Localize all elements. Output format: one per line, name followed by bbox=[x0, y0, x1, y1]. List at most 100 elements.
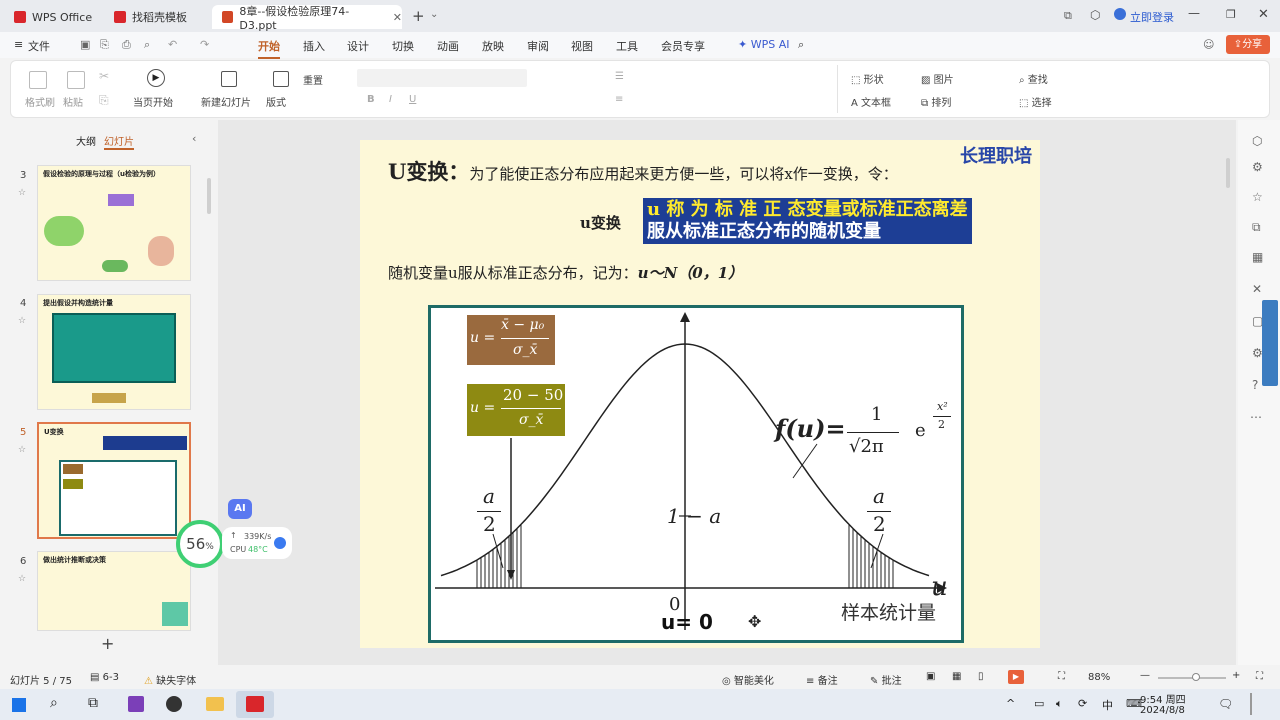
collapse-panel-icon[interactable]: ‹ bbox=[192, 132, 196, 145]
paste-button[interactable]: 粘贴 bbox=[63, 94, 83, 109]
font-name-select[interactable] bbox=[357, 69, 527, 87]
tab-document[interactable]: 8章--假设检验原理74-D3.ppt ✕ bbox=[212, 5, 402, 32]
menu-tab-slideshow[interactable]: 放映 bbox=[482, 38, 504, 54]
chevron-down-icon[interactable]: ⌄ bbox=[430, 9, 438, 20]
tab-close-icon[interactable]: ✕ bbox=[393, 11, 402, 24]
bold-icon[interactable]: B bbox=[367, 94, 375, 105]
image-button[interactable]: ▨ 图片 bbox=[921, 71, 954, 86]
help-icon[interactable]: ? bbox=[1252, 378, 1258, 392]
bullet-list-icon[interactable]: ☰ bbox=[615, 71, 624, 82]
search-icon[interactable]: ⌕ bbox=[50, 695, 58, 711]
reading-view-icon[interactable]: ▯ bbox=[978, 671, 984, 682]
italic-icon[interactable]: I bbox=[389, 94, 392, 105]
notification-icon[interactable]: 🗨︎ bbox=[1218, 697, 1233, 711]
wps-ai-button[interactable]: ✦ WPS AI bbox=[738, 38, 789, 51]
preview-icon[interactable]: ⌕ bbox=[144, 38, 150, 52]
panel-scrollbar[interactable] bbox=[207, 178, 211, 214]
ai-assistant-button[interactable]: AI bbox=[228, 499, 252, 519]
properties-icon[interactable]: ⬡ bbox=[1252, 134, 1262, 148]
slideshow-play-icon[interactable]: ▶ bbox=[1008, 670, 1024, 684]
obs-icon[interactable] bbox=[166, 696, 182, 712]
hamburger-icon[interactable]: ≡ bbox=[14, 38, 23, 51]
star-icon[interactable]: ☆ bbox=[1252, 190, 1263, 204]
section-label[interactable]: ▤ 6-3 bbox=[90, 672, 119, 683]
cube-icon[interactable]: ⬡ bbox=[1090, 8, 1100, 22]
new-tab-button[interactable]: + bbox=[412, 7, 425, 25]
network-icon[interactable]: ▭ bbox=[1034, 697, 1044, 710]
menu-tab-start[interactable]: 开始 bbox=[258, 38, 280, 59]
file-explorer-icon[interactable] bbox=[206, 697, 224, 711]
tab-wps-office[interactable]: WPS Office bbox=[4, 5, 100, 29]
grid-view-icon[interactable]: ▦ bbox=[952, 671, 961, 682]
select-button[interactable]: ⬚ 选择 bbox=[1019, 94, 1052, 109]
notes-button[interactable]: ≡ 备注 bbox=[806, 672, 838, 687]
fit-window-icon[interactable]: ⛶ bbox=[1058, 671, 1065, 682]
slide-thumbnail-5[interactable]: U变换 bbox=[37, 422, 191, 539]
user-avatar-icon[interactable] bbox=[1114, 8, 1126, 20]
search-icon[interactable]: ⌕ bbox=[798, 38, 804, 52]
sliders-icon[interactable]: ⚙ bbox=[1252, 160, 1263, 174]
align-left-icon[interactable]: ≡ bbox=[615, 94, 623, 105]
menu-tab-member[interactable]: 会员专享 bbox=[661, 38, 705, 54]
copy-icon[interactable]: ⧉ bbox=[1252, 220, 1261, 235]
slide-thumbnail-6[interactable]: 做出统计推断或决策 bbox=[37, 551, 191, 631]
menu-tab-view[interactable]: 视图 bbox=[571, 38, 593, 54]
export-icon[interactable]: ⎘ bbox=[100, 38, 109, 52]
network-cpu-widget[interactable]: ↑ 339K/s CPU 48°C bbox=[222, 527, 292, 559]
tab-slides[interactable]: 幻灯片 bbox=[104, 133, 134, 150]
zoom-slider-thumb[interactable] bbox=[1192, 673, 1200, 681]
tab-template[interactable]: 找稻壳模板 bbox=[104, 5, 208, 29]
menu-tab-design[interactable]: 设计 bbox=[347, 38, 369, 54]
share-button[interactable]: ⇪分享 bbox=[1226, 35, 1270, 54]
onenote-icon[interactable] bbox=[128, 696, 144, 712]
smart-beautify-button[interactable]: ◎ 智能美化 bbox=[722, 672, 774, 687]
table-icon[interactable]: ▦ bbox=[1252, 250, 1263, 264]
zoom-in-icon[interactable]: + bbox=[1232, 670, 1240, 681]
volume-icon[interactable]: 🔈︎ bbox=[1056, 697, 1063, 711]
tab-outline[interactable]: 大纲 bbox=[76, 133, 96, 148]
task-view-icon[interactable]: ⧉ bbox=[88, 695, 98, 711]
arrange-button[interactable]: ⧉ 排列 bbox=[921, 94, 951, 109]
file-menu[interactable]: 文件 bbox=[28, 38, 50, 54]
add-slide-button[interactable]: + bbox=[101, 634, 114, 653]
menu-tab-review[interactable]: 审阅 bbox=[527, 38, 549, 54]
comments-button[interactable]: ✎ 批注 bbox=[870, 672, 902, 687]
cut-icon[interactable]: ✂ bbox=[99, 69, 109, 83]
underline-icon[interactable]: U bbox=[409, 94, 416, 105]
show-desktop-button[interactable] bbox=[1250, 693, 1252, 715]
slide-thumbnail-3[interactable]: 假设检验的原理与过程（u检验为例） bbox=[37, 165, 191, 281]
format-painter-button[interactable]: 格式刷 bbox=[25, 94, 55, 109]
shape-button[interactable]: ⬚ 形状 bbox=[851, 71, 884, 86]
login-link[interactable]: 立即登录 bbox=[1130, 9, 1174, 25]
reset-button[interactable]: 重置 bbox=[303, 72, 323, 87]
more-icon[interactable]: ⋯ bbox=[1250, 410, 1262, 424]
clock-time[interactable]: 9:54 周四 bbox=[1140, 691, 1186, 706]
restore-button[interactable]: ❐ bbox=[1226, 8, 1236, 21]
zoom-level[interactable]: 88% bbox=[1088, 672, 1110, 683]
sync-icon[interactable]: ⟳ bbox=[1078, 697, 1087, 710]
tray-chevron-icon[interactable]: ^ bbox=[1006, 697, 1015, 710]
save-icon[interactable]: ▣ bbox=[80, 38, 90, 51]
textbox-button[interactable]: A 文本框 bbox=[851, 94, 891, 109]
menu-tab-insert[interactable]: 插入 bbox=[303, 38, 325, 54]
window-switch-icon[interactable]: ⧉ bbox=[1064, 9, 1072, 23]
feedback-icon[interactable]: ☺ bbox=[1203, 38, 1214, 51]
performance-gauge[interactable]: 56% bbox=[176, 520, 224, 568]
missing-font-warning[interactable]: ⚠ 缺失字体 bbox=[144, 672, 196, 687]
menu-tab-transition[interactable]: 切换 bbox=[392, 38, 414, 54]
close-window-button[interactable]: ✕ bbox=[1258, 7, 1269, 22]
redo-icon[interactable]: ↷ bbox=[200, 38, 209, 51]
menu-tab-animation[interactable]: 动画 bbox=[437, 38, 459, 54]
menu-tab-tools[interactable]: 工具 bbox=[616, 38, 638, 54]
copy-icon[interactable]: ⎘ bbox=[99, 93, 109, 108]
find-button[interactable]: ⌕ 查找 bbox=[1019, 71, 1048, 86]
slide-thumbnail-4[interactable]: 提出假设并构造统计量 bbox=[37, 294, 191, 410]
zoom-out-icon[interactable]: — bbox=[1140, 670, 1150, 681]
canvas-scrollbar[interactable] bbox=[1226, 158, 1230, 188]
print-icon[interactable]: ⎙ bbox=[122, 38, 131, 52]
side-floating-tab[interactable] bbox=[1262, 300, 1278, 386]
normal-view-icon[interactable]: ▣ bbox=[926, 671, 935, 682]
minimize-button[interactable]: — bbox=[1188, 6, 1200, 20]
fullscreen-icon[interactable]: ⛶ bbox=[1256, 671, 1263, 682]
ime-indicator[interactable]: 中 bbox=[1102, 697, 1113, 713]
